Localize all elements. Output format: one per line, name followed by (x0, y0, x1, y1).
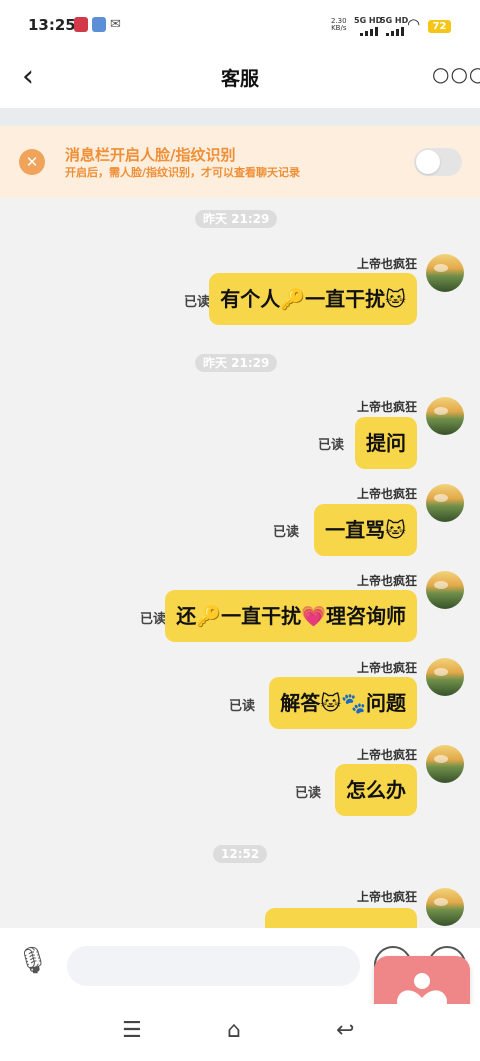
sender-name: 上帝也疯狂 (356, 487, 417, 501)
chat-area[interactable]: 昨天 21:29 上帝也疯狂 已读 有个人🔑一直干扰🐱 昨天 21:29 上帝也… (0, 198, 480, 928)
net-speed: 2.30 KB/s (331, 18, 347, 32)
message-bubble[interactable] (265, 908, 417, 928)
sender-name: 上帝也疯狂 (356, 661, 417, 675)
more-icon[interactable]: ○○○ (432, 62, 480, 86)
signal-icon (360, 27, 378, 36)
message-bubble[interactable]: 一直骂🐱 (314, 504, 417, 556)
avatar[interactable] (426, 658, 464, 696)
message-bubble[interactable]: 提问 (355, 417, 417, 469)
sim2-label: 5G HD (380, 16, 409, 25)
notification-app-icon (74, 17, 88, 32)
sender-name: 上帝也疯狂 (356, 257, 417, 271)
timestamp: 昨天 21:29 (195, 354, 278, 372)
read-receipt: 已读 (140, 612, 167, 627)
sender-name: 上帝也疯狂 (356, 890, 417, 904)
battery-level: 72 (428, 20, 451, 33)
banner-title: 消息栏开启人脸/指纹识别 (65, 146, 236, 164)
app-header: ‹ 客服 ○○○ (0, 50, 480, 108)
read-receipt: 已读 (273, 525, 300, 540)
sim1-label: 5G HD (354, 16, 383, 25)
wifi-icon: ◠ (407, 15, 421, 33)
message-bubble[interactable]: 怎么办 (335, 764, 417, 816)
timestamp: 昨天 21:29 (195, 210, 278, 228)
system-nav-bar: ☰ ⌂ ↩ (0, 1004, 480, 1061)
read-receipt: 已读 (295, 786, 322, 801)
read-receipt: 已读 (184, 295, 211, 310)
divider (0, 108, 480, 126)
face-lock-toggle[interactable] (414, 148, 462, 176)
status-time: 13:25 (28, 16, 76, 34)
message-bubble[interactable]: 有个人🔑一直干扰🐱 (209, 273, 417, 325)
net-speed-unit: KB/s (331, 24, 347, 32)
home-icon[interactable]: ⌂ (227, 1018, 241, 1043)
read-receipt: 已读 (229, 699, 256, 714)
wechat-icon: ✉ (110, 17, 121, 32)
menu-icon[interactable]: ☰ (122, 1018, 142, 1043)
avatar[interactable] (426, 254, 464, 292)
read-receipt: 已读 (318, 438, 345, 453)
page-title: 客服 (220, 68, 259, 90)
status-bar: 13:25 ✉ 2.30 KB/s 5G HD 5G HD ◠ 72 (0, 0, 480, 50)
avatar[interactable] (426, 888, 464, 926)
sender-name: 上帝也疯狂 (356, 574, 417, 588)
close-icon[interactable]: ✕ (19, 149, 45, 175)
timestamp: 12:52 (213, 845, 268, 863)
return-icon[interactable]: ↩ (336, 1018, 354, 1043)
avatar[interactable] (426, 484, 464, 522)
privacy-banner: ✕ 消息栏开启人脸/指纹识别 开启后，需人脸/指纹识别，才可以查看聊天记录 (0, 126, 480, 198)
message-bubble[interactable]: 还🔑一直干扰💗理咨询师 (165, 590, 417, 642)
message-bubble[interactable]: 解答🐱🐾问题 (269, 677, 417, 729)
avatar[interactable] (426, 745, 464, 783)
signal-icon (386, 27, 404, 36)
message-input[interactable] (67, 946, 360, 986)
avatar[interactable] (426, 571, 464, 609)
notification-app-icon (92, 17, 106, 32)
toggle-knob (416, 150, 440, 174)
sender-name: 上帝也疯狂 (356, 748, 417, 762)
sender-name: 上帝也疯狂 (356, 400, 417, 414)
microphone-icon[interactable]: 🎙 (16, 946, 49, 976)
avatar[interactable] (426, 397, 464, 435)
banner-subtitle: 开启后，需人脸/指纹识别，才可以查看聊天记录 (65, 166, 301, 179)
